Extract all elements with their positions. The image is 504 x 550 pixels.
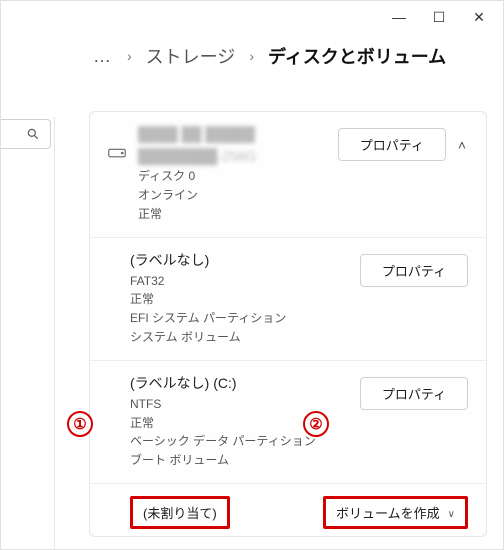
create-volume-button[interactable]: ボリュームを作成: [323, 496, 468, 529]
maximize-button[interactable]: ☐: [419, 3, 459, 31]
breadcrumb-parent[interactable]: ストレージ: [146, 43, 236, 69]
chevron-right-icon: ›: [127, 48, 132, 64]
disk-header-card[interactable]: ████ ██ █████ ████████-256G ディスク 0 オンライン…: [90, 112, 486, 238]
annotation-1: ①: [67, 411, 93, 437]
unallocated-label: (未割り当て): [130, 496, 230, 529]
disk-number: ディスク 0: [138, 167, 326, 186]
disk-status-online: オンライン: [138, 186, 326, 205]
minimize-button[interactable]: —: [379, 3, 419, 31]
search-icon: [26, 127, 40, 141]
collapse-toggle[interactable]: ˄: [456, 131, 468, 159]
breadcrumb: … › ストレージ › ディスクとボリューム: [1, 33, 503, 87]
chevron-right-icon: ›: [249, 48, 254, 64]
titlebar: — ☐ ✕: [1, 1, 503, 33]
volume-role: システム ボリューム: [130, 328, 348, 347]
volume-row[interactable]: (ラベルなし) (C:) NTFS 正常 ベーシック データ パーティション ブ…: [90, 361, 486, 484]
properties-button[interactable]: プロパティ: [360, 377, 468, 410]
volume-info: (ラベルなし) FAT32 正常 EFI システム パーティション システム ボ…: [130, 250, 348, 346]
disk-info: ████ ██ █████ ████████-256G ディスク 0 オンライン…: [138, 124, 326, 223]
drive-icon: [108, 124, 126, 163]
annotation-2: ②: [303, 411, 329, 437]
sidebar-divider: [1, 117, 55, 549]
disk-status-health: 正常: [138, 205, 326, 224]
volume-health: 正常: [130, 290, 348, 309]
close-button[interactable]: ✕: [459, 3, 499, 31]
disk-model: ████ ██ █████ ████████-256G: [138, 124, 326, 167]
volume-partition-type: EFI システム パーティション: [130, 309, 348, 328]
page-title: ディスクとボリューム: [268, 43, 446, 69]
properties-button[interactable]: プロパティ: [338, 128, 446, 161]
search-input[interactable]: [1, 119, 51, 149]
volume-fs: FAT32: [130, 272, 348, 291]
volume-label: (ラベルなし) (C:): [130, 373, 348, 395]
properties-button[interactable]: プロパティ: [360, 254, 468, 287]
volume-role: ブート ボリューム: [130, 451, 348, 470]
volume-label: (ラベルなし): [130, 250, 348, 272]
unallocated-row[interactable]: (未割り当て) ボリュームを作成: [90, 484, 486, 537]
disk-panel: ████ ██ █████ ████████-256G ディスク 0 オンライン…: [89, 111, 487, 537]
breadcrumb-overflow[interactable]: …: [93, 46, 113, 67]
volume-row[interactable]: (ラベルなし) FAT32 正常 EFI システム パーティション システム ボ…: [90, 238, 486, 361]
